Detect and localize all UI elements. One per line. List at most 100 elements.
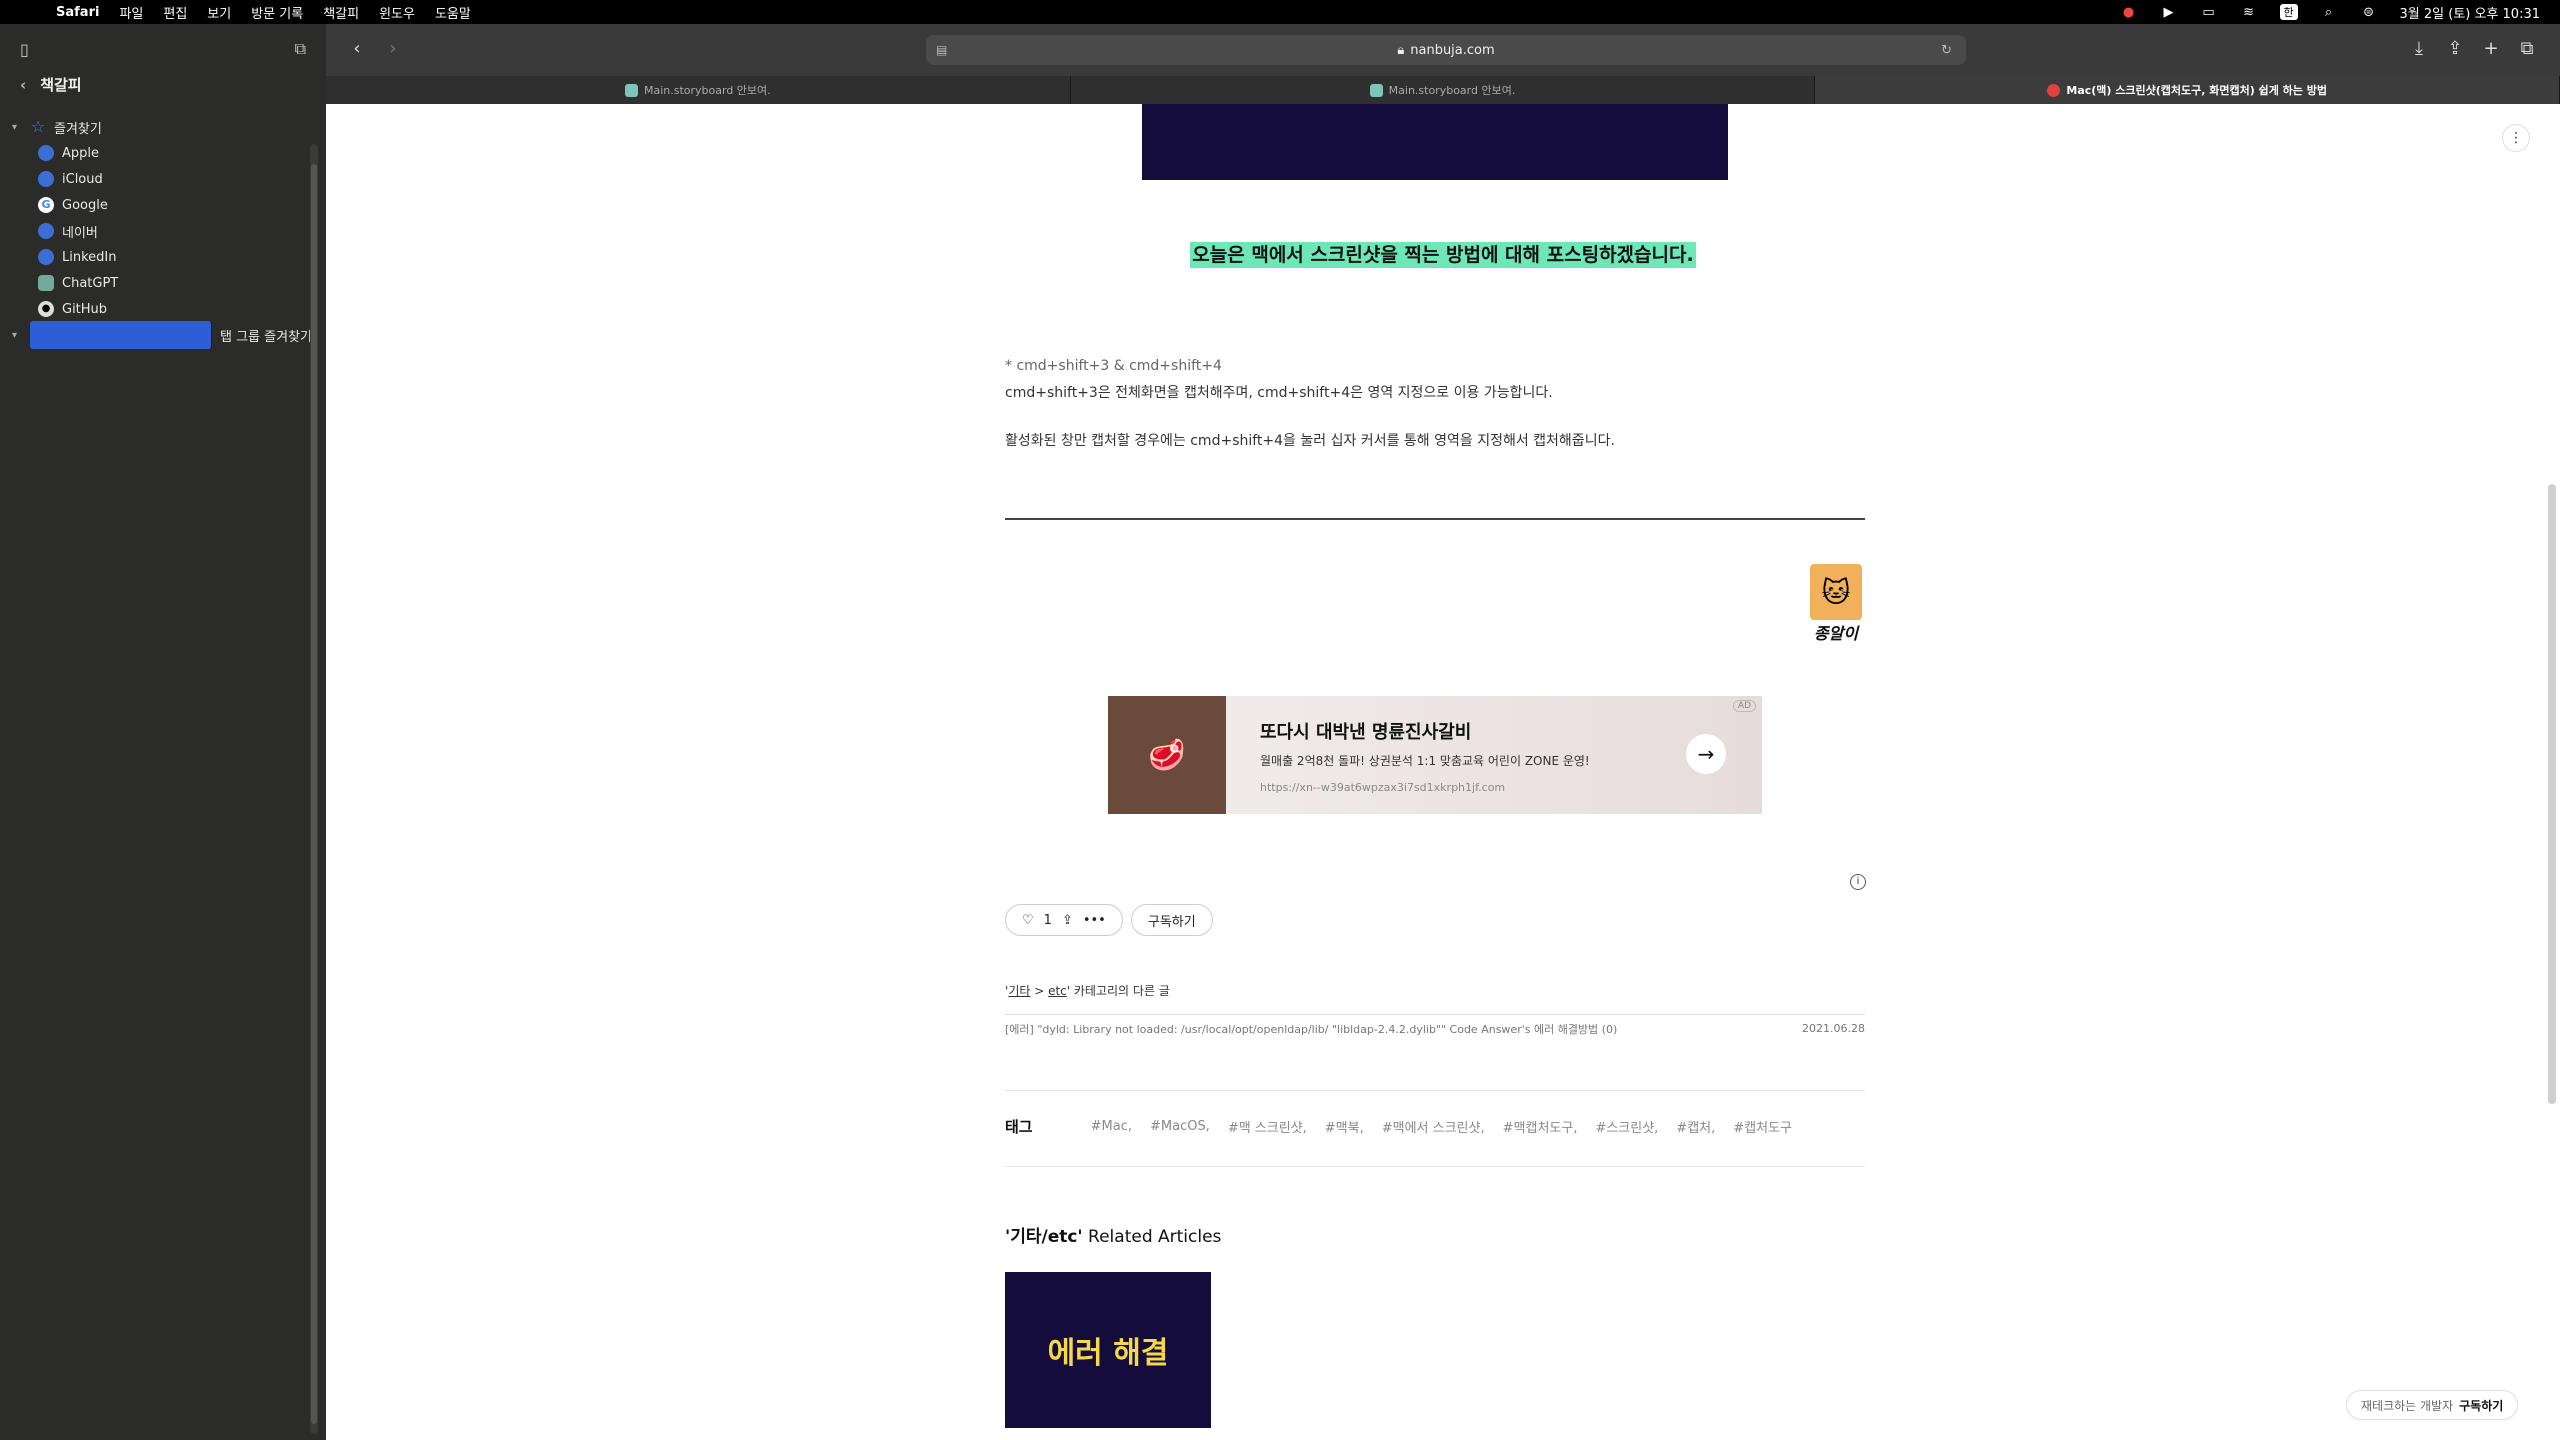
tag-link[interactable]: #맥 스크린샷, [1228,1117,1307,1136]
tag-link[interactable]: #맥북, [1325,1117,1364,1136]
divider [1005,1090,1865,1091]
menu-edit[interactable]: 편집 [163,3,187,22]
tag-link[interactable]: #스크린샷, [1595,1117,1658,1136]
tab-label: Mac(맥) 스크린샷(캡처도구, 화면캡처) 쉽게 하는 방법 [2066,84,2327,97]
address-bar[interactable]: ▤ 🔒︎ nanbuja.com ↻ [926,35,1966,65]
bookmark-label: iCloud [62,171,103,187]
tag-link[interactable]: #Mac, [1091,1119,1132,1134]
category-link-2[interactable]: etc [1048,984,1067,998]
tab-overview-icon[interactable]: ⧉ [2516,38,2538,60]
spotlight-icon[interactable]: ⌕ [2320,4,2338,20]
page-scrollbar[interactable] [2548,484,2556,1104]
bookmark-linkedin[interactable]: LinkedIn [12,244,312,270]
url-text: nanbuja.com [1410,42,1495,58]
scrollbar-thumb[interactable] [311,164,317,1424]
input-source-icon[interactable]: 한 [2279,4,2298,20]
post-actions: ♡ 1 ⇪ ••• 구독하기 [1005,904,1213,936]
globe-icon [38,145,54,161]
floating-subscribe-prefix: 재테크하는 개발자 [2361,1398,2454,1413]
ad-banner[interactable]: 🥩 또다시 대박낸 명륜진사갈비 월매출 2억8천 돌파! 상권분석 1:1 맞… [1108,696,1762,814]
reader-icon[interactable]: ▤ [936,43,947,57]
tag-link[interactable]: #맥캡처도구, [1503,1117,1578,1136]
highlight-mark: 오늘은 맥에서 스크린샷을 찍는 방법에 대해 포스팅하겠습니다. [1190,242,1696,268]
bookmark-chatgpt[interactable]: ChatGPT [12,270,312,296]
subscribe-label: 구독하기 [1147,914,1196,930]
sidebar-title: 책갈피 [40,76,82,94]
folder-label: 즐겨찾기 [54,121,102,137]
ad-url: https://xn--w39at6wpzax3i7sd1xkrph1jf.co… [1260,781,1506,794]
control-center-icon[interactable]: ⊜ [2360,4,2378,20]
category-post-title[interactable]: [에러] "dyld: Library not loaded: /usr/loc… [1005,1023,1598,1036]
category-link-1[interactable]: 기타 [1008,984,1030,998]
chevron-left-icon[interactable]: ‹ [20,76,26,94]
record-icon[interactable]: ● [2120,4,2138,20]
disclosure-down-icon[interactable]: ▾ [12,122,22,133]
ad-thumbnail: 🥩 [1108,696,1226,814]
menu-view[interactable]: 보기 [207,3,231,22]
info-icon[interactable]: i [1850,874,1866,890]
related-article-card[interactable]: 에러 해결 [1005,1272,1211,1428]
floating-subscribe-button[interactable]: 재테크하는 개발자 구독하기 [2346,1390,2519,1420]
bookmark-label: Apple [62,145,100,161]
ad-title: 또다시 대박낸 명륜진사갈비 [1260,722,1472,743]
bookmark-naver[interactable]: 네이버 [12,218,312,244]
heart-icon[interactable]: ♡ [1022,913,1034,928]
bookmark-icloud[interactable]: iCloud [12,166,312,192]
forward-icon[interactable]: › [382,38,404,60]
tag-link[interactable]: #캡처도구 [1733,1117,1792,1136]
toc-icon[interactable]: ⋮ [2502,124,2530,152]
menu-help[interactable]: 도움말 [435,3,471,22]
share-icon[interactable]: ⇪ [2444,38,2466,60]
github-icon: ● [38,301,54,317]
sidebar-scrollbar[interactable] [310,144,318,1434]
bookmark-label: LinkedIn [62,249,117,265]
star-icon: ☆ [30,117,46,136]
tab-2[interactable]: Main.storyboard 안보여. [1070,76,1816,104]
bookmark-folder-tabgroups[interactable]: ▾ 탭 그룹 즐겨찾기 [12,321,312,349]
related-category: '기타/etc' [1005,1227,1083,1247]
bookmark-google[interactable]: G Google [12,192,312,218]
tag-link[interactable]: #캡처, [1676,1117,1715,1136]
category-heading-suffix: ' 카테고리의 다른 글 [1066,984,1170,998]
related-card-text: 에러 해결 [1047,1336,1169,1371]
tab-overview-icon[interactable]: ⧉ [295,39,306,59]
wifi-icon[interactable]: ≋ [2240,4,2258,20]
bookmark-label: Google [62,197,108,213]
menu-history[interactable]: 방문 기록 [251,3,303,22]
author-name: 종알이 [1813,624,1859,643]
category-post-row[interactable]: [에러] "dyld: Library not loaded: /usr/loc… [1005,1014,1865,1042]
divider [1005,518,1865,520]
bookmark-github[interactable]: ● GitHub [12,296,312,322]
download-icon[interactable]: ⤓ [2408,38,2430,60]
menu-file[interactable]: 파일 [119,3,143,22]
disclosure-down-icon[interactable]: ▾ [12,330,22,341]
bookmark-folder-favorites[interactable]: ▾ ☆ 즐겨찾기 [12,114,312,140]
new-tab-icon[interactable]: + [2480,38,2502,60]
reload-icon[interactable]: ↻ [1941,43,1952,58]
tag-link[interactable]: #맥에서 스크린샷, [1382,1117,1485,1136]
author-badge[interactable]: 🐱 종알이 [1810,564,1862,643]
menu-bookmarks[interactable]: 책갈피 [323,3,359,22]
menubar-clock[interactable]: 3월 2일 (토) 오후 10:31 [2400,3,2540,22]
back-icon[interactable]: ‹ [346,38,368,60]
play-icon[interactable]: ▶ [2160,4,2178,20]
sidebar-toggle-icon[interactable]: ▯ [20,40,29,59]
bookmark-list: ▾ ☆ 즐겨찾기 Apple iCloud G Google 네이버 Linke… [12,114,312,349]
tag-list: 태그 #Mac, #MacOS, #맥 스크린샷, #맥북, #맥에서 스크린샷… [1005,1116,1792,1137]
article-line: 활성화된 창만 캡처할 경우에는 cmd+shift+4을 눌러 십자 커서를 … [1005,433,1615,449]
tab-label: Main.storyboard 안보여. [643,84,771,97]
tag-link[interactable]: #MacOS, [1150,1119,1210,1134]
menu-app-name[interactable]: Safari [56,5,99,20]
arrow-right-icon[interactable]: → [1686,734,1726,774]
tab-1[interactable]: Main.storyboard 안보여. [326,76,1071,104]
subscribe-button[interactable]: 구독하기 [1130,904,1213,936]
more-icon[interactable]: ••• [1083,913,1106,928]
battery-icon[interactable]: ▭ [2200,4,2218,20]
share-icon[interactable]: ⇪ [1062,913,1073,928]
menu-window[interactable]: 윈도우 [379,3,415,22]
tab-3-active[interactable]: Mac(맥) 스크린샷(캡처도구, 화면캡처) 쉽게 하는 방법 [1815,76,2560,104]
bookmarks-sidebar: ▯ ⧉ ‹ 책갈피 ▾ ☆ 즐겨찾기 Apple iCloud G Google… [0,24,326,1440]
bookmark-apple[interactable]: Apple [12,140,312,166]
tag-label: 태그 [1005,1118,1033,1136]
browser-toolbar: ‹ › ▤ 🔒︎ nanbuja.com ↻ ⤓ ⇪ + ⧉ [326,24,2560,76]
